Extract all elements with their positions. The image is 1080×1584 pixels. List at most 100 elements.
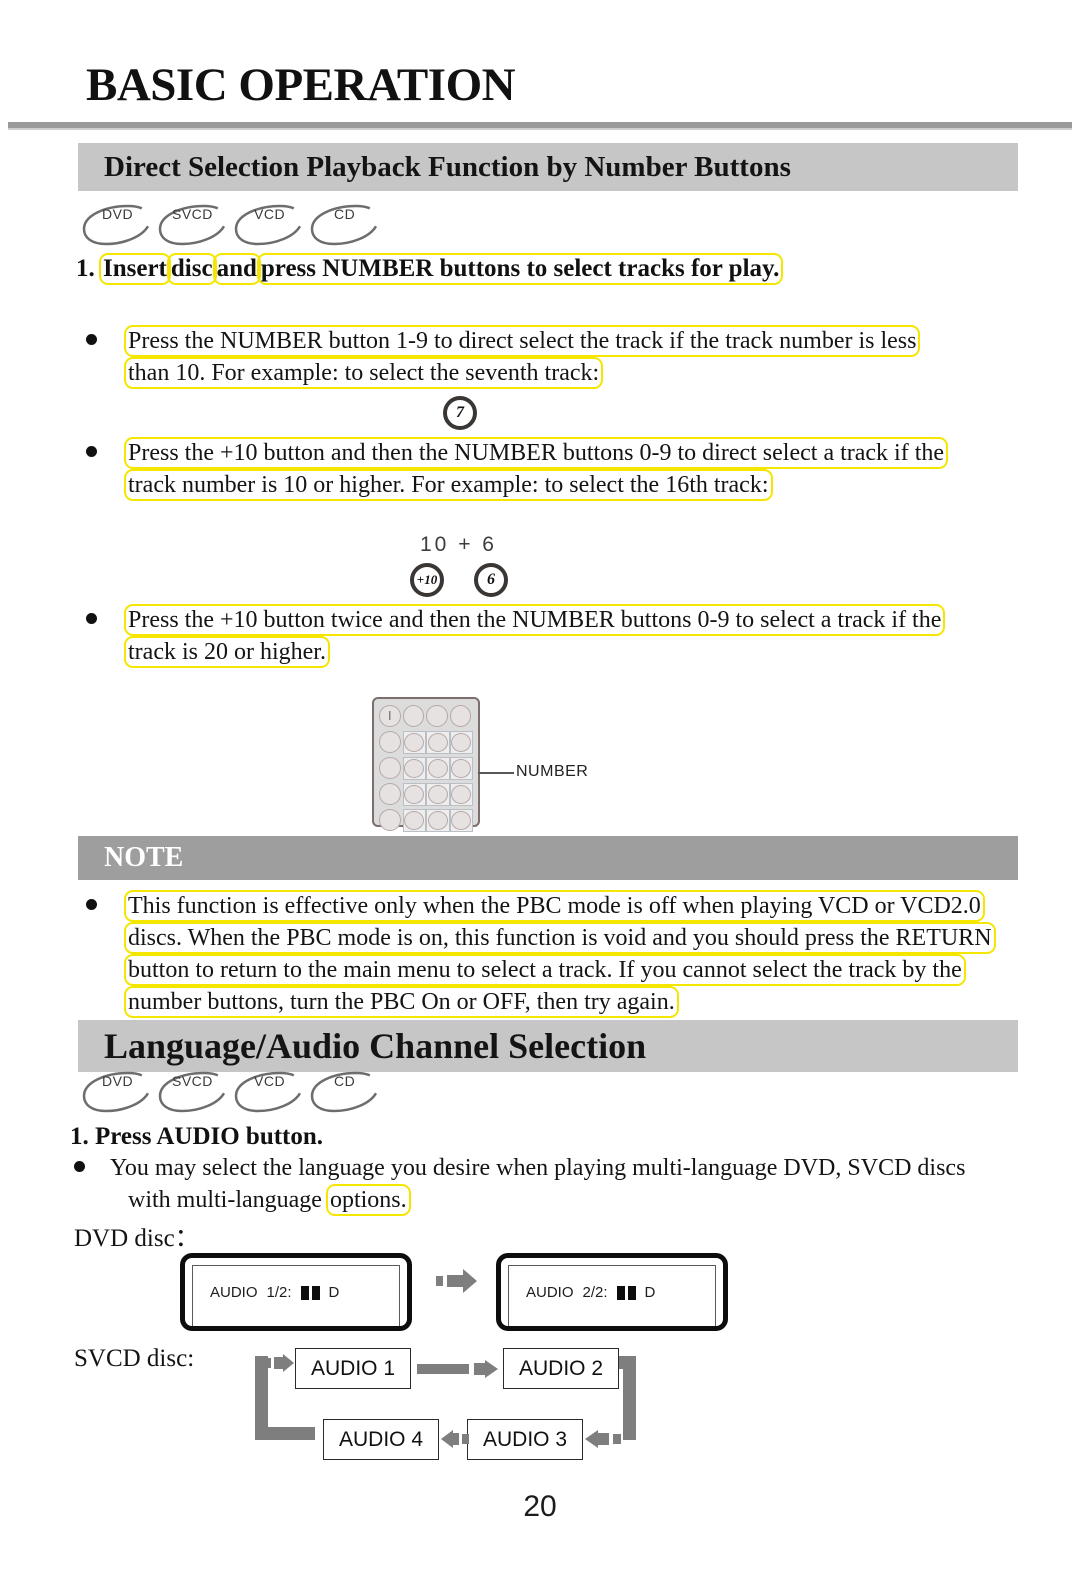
number-key bbox=[426, 809, 450, 832]
osd-label: AUDIO bbox=[526, 1284, 574, 1301]
number-key bbox=[426, 731, 450, 754]
bullet-dot-icon bbox=[86, 613, 97, 624]
number-key bbox=[402, 757, 427, 780]
remote-button bbox=[449, 705, 471, 727]
arrow-audio3-to-audio4-icon bbox=[441, 1430, 469, 1448]
section-heading-direct-selection: Direct Selection Playback Function by Nu… bbox=[78, 143, 1018, 191]
note-line: number buttons, turn the PBC On or OFF, … bbox=[128, 989, 675, 1015]
step-part-rest: press NUMBER buttons to select tracks fo… bbox=[260, 255, 780, 282]
osd-value: 2/2: bbox=[582, 1284, 608, 1301]
disc-badge-svcd: SVCD bbox=[156, 203, 228, 249]
disc-badge-label: SVCD bbox=[172, 206, 213, 222]
bullet-line: You may select the language you desire w… bbox=[110, 1155, 966, 1181]
cycle-node-audio-1: AUDIO 1 bbox=[295, 1348, 411, 1389]
disc-badge-label: DVD bbox=[102, 1073, 134, 1089]
cycle-node-audio-2: AUDIO 2 bbox=[503, 1348, 619, 1389]
disc-badge-label: SVCD bbox=[172, 1073, 213, 1089]
remote-control-illustration: Ι bbox=[372, 697, 480, 832]
note-line: discs. When the PBC mode is on, this fun… bbox=[128, 925, 992, 951]
step-1-insert-disc: 1. Insert disc and press NUMBER buttons to … bbox=[76, 255, 781, 283]
disc-badge-vcd: VCD bbox=[232, 1070, 304, 1116]
bullet-language-selection: You may select the language you desire w… bbox=[74, 1152, 1034, 1216]
step-part-disc: disc bbox=[170, 255, 213, 282]
bullet-line: than 10. For example: to select the seve… bbox=[128, 360, 600, 386]
disc-badge-svcd: SVCD bbox=[156, 1070, 228, 1116]
osd-suffix: D bbox=[644, 1284, 656, 1301]
disc-badges-row-2: DVD SVCD VCD CD bbox=[80, 1070, 384, 1116]
note-heading: NOTE bbox=[78, 836, 1018, 880]
disc-badge-label: VCD bbox=[254, 206, 286, 222]
svcd-disc-label: SVCD disc: bbox=[74, 1345, 195, 1372]
key-sum-label: 10 + 6 bbox=[420, 533, 497, 556]
note-line: This function is effective only when the… bbox=[128, 893, 981, 919]
remote-row bbox=[379, 757, 473, 781]
bullet-line: track is 20 or higher. bbox=[128, 639, 326, 665]
disc-badge-label: CD bbox=[334, 1073, 356, 1089]
bullet-press-number-1-9: Press the NUMBER button 1-9 to direct se… bbox=[86, 325, 1006, 389]
key-6: 6 bbox=[474, 563, 508, 597]
remote-row-top: Ι bbox=[379, 705, 473, 729]
power-icon: Ι bbox=[379, 705, 401, 727]
bullet-dot-icon bbox=[74, 1161, 85, 1172]
bullet-dot-icon bbox=[86, 446, 97, 457]
cycle-node-audio-3: AUDIO 3 bbox=[467, 1419, 583, 1460]
page-title: BASIC OPERATION bbox=[86, 59, 516, 111]
arrow-into-audio3-icon bbox=[585, 1430, 621, 1448]
disc-badge-label: CD bbox=[334, 206, 356, 222]
dvd-disc-label: DVD disc： bbox=[74, 1225, 200, 1252]
remote-row bbox=[379, 731, 473, 755]
bullet-highlight-options: options. bbox=[329, 1187, 407, 1213]
loop-bar-bottom-left bbox=[255, 1427, 315, 1440]
number-key bbox=[402, 731, 427, 754]
step-part-and: and bbox=[216, 255, 257, 282]
disc-badge-label: VCD bbox=[254, 1073, 286, 1089]
dolby-digital-logo bbox=[300, 1285, 320, 1300]
bullet-dot-icon bbox=[86, 334, 97, 345]
step-number: 1. bbox=[76, 255, 95, 282]
dolby-digital-logo bbox=[616, 1285, 636, 1300]
number-key bbox=[449, 731, 473, 754]
number-key bbox=[402, 783, 427, 806]
audio-cycle-diagram: AUDIO 1 AUDIO 2 AUDIO 3 AUDIO 4 bbox=[255, 1348, 675, 1460]
note-heading-label: NOTE bbox=[104, 842, 184, 873]
disc-badge-dvd: DVD bbox=[80, 1070, 152, 1116]
number-key bbox=[449, 757, 473, 780]
title-divider-shadow bbox=[8, 128, 1072, 130]
remote-button bbox=[402, 705, 424, 727]
osd-text: AUDIO 2/2: D bbox=[526, 1284, 655, 1301]
arrow-into-audio1-icon bbox=[265, 1354, 294, 1372]
number-key bbox=[449, 783, 473, 806]
number-key bbox=[449, 809, 473, 832]
section-heading-label: Direct Selection Playback Function by Nu… bbox=[104, 150, 791, 183]
osd-box-audio-2: AUDIO 2/2: D bbox=[496, 1253, 728, 1331]
page-number: 20 bbox=[523, 1490, 557, 1523]
note-bullet: This function is effective only when the… bbox=[86, 890, 1026, 1018]
disc-badge-cd: CD bbox=[308, 1070, 380, 1116]
bullet-line: track number is 10 or higher. For exampl… bbox=[128, 472, 769, 498]
disc-badge-cd: CD bbox=[308, 203, 380, 249]
osd-label: AUDIO bbox=[210, 1284, 258, 1301]
remote-button bbox=[379, 809, 401, 831]
remote-button bbox=[379, 757, 401, 779]
remote-row bbox=[379, 809, 473, 833]
osd-value: 1/2: bbox=[266, 1284, 292, 1301]
remote-row bbox=[379, 783, 473, 807]
number-key bbox=[402, 809, 427, 832]
disc-badges-row-1: DVD SVCD VCD CD bbox=[80, 203, 384, 249]
osd-box-audio-1: AUDIO 1/2: D bbox=[180, 1253, 412, 1331]
number-key bbox=[426, 757, 450, 780]
disc-badge-dvd: DVD bbox=[80, 203, 152, 249]
bullet-line: Press the +10 button twice and then the … bbox=[128, 607, 942, 633]
bullet-press-plus10-once: Press the +10 button and then the NUMBER… bbox=[86, 437, 1026, 501]
key-7: 7 bbox=[443, 396, 477, 430]
cycle-node-audio-4: AUDIO 4 bbox=[323, 1419, 439, 1460]
manual-page: BASIC OPERATION Direct Selection Playbac… bbox=[0, 0, 1080, 1584]
osd-suffix: D bbox=[328, 1284, 340, 1301]
callout-label-number: NUMBER bbox=[516, 763, 589, 780]
section-heading-language-audio: Language/Audio Channel Selection bbox=[78, 1020, 1018, 1072]
step-part-insert: Insert bbox=[103, 255, 167, 282]
arrow-audio1-to-audio2-icon bbox=[417, 1360, 498, 1378]
remote-button bbox=[426, 705, 448, 727]
remote-body: Ι bbox=[372, 697, 480, 832]
osd-text: AUDIO 1/2: D bbox=[210, 1284, 339, 1301]
